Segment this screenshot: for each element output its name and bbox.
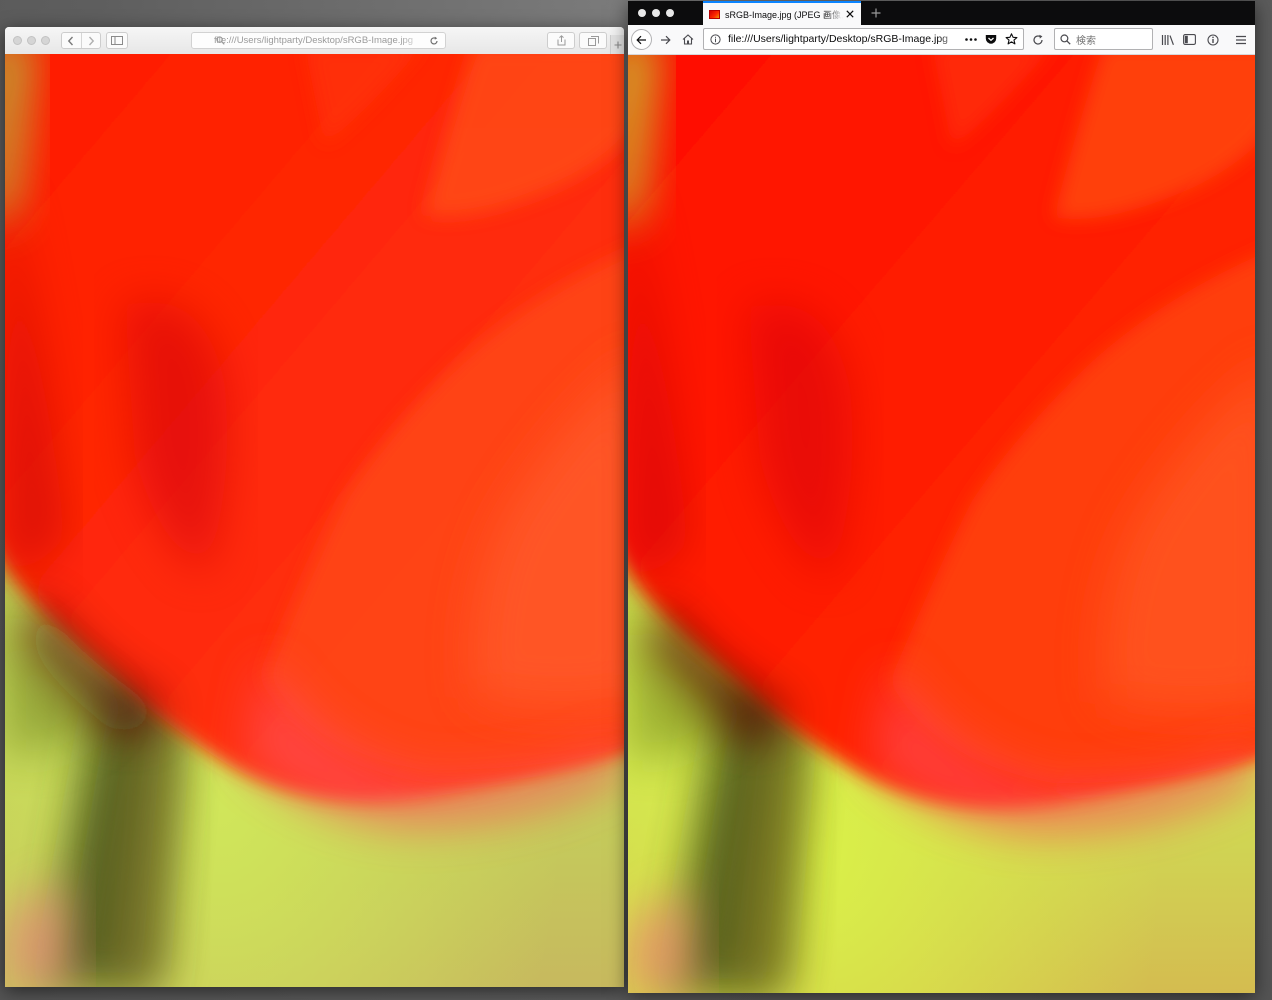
- firefox-forward-button[interactable]: [657, 31, 674, 48]
- pocket-icon: [985, 34, 997, 44]
- tab-close-button[interactable]: [843, 7, 857, 21]
- main-menu-button[interactable]: [1232, 31, 1249, 48]
- tulip-photo-graphic: [5, 54, 624, 987]
- safari-back-button[interactable]: [62, 33, 81, 48]
- tabs-overview-icon: [587, 35, 599, 46]
- tulip-photo-graphic: [628, 55, 1255, 993]
- sidebar-icon: [1183, 34, 1196, 45]
- safari-share-button[interactable]: [547, 32, 575, 49]
- minimize-window-button[interactable]: [27, 36, 36, 45]
- reader-icon: [1206, 33, 1219, 46]
- minimize-window-button[interactable]: [652, 9, 660, 17]
- bookmark-star-icon: [1005, 33, 1017, 45]
- firefox-tab-strip: sRGB-Image.jpg (JPEG 画像, 1200 × 1800 px): [628, 1, 1255, 25]
- forward-icon: [88, 36, 94, 45]
- firefox-search-bar[interactable]: 検索: [1054, 28, 1153, 50]
- tulip-photo: [628, 55, 1255, 993]
- new-tab-button[interactable]: [867, 4, 884, 21]
- bookmark-star-button[interactable]: [1001, 30, 1021, 48]
- close-icon: [846, 10, 854, 18]
- safari-forward-button[interactable]: [80, 33, 101, 48]
- menu-icon: [1235, 35, 1246, 44]
- firefox-page-content: [628, 55, 1255, 993]
- zoom-window-button[interactable]: [41, 36, 50, 45]
- safari-sidebar-button[interactable]: [106, 32, 128, 49]
- reader-button[interactable]: [1204, 31, 1221, 48]
- firefox-reload-button[interactable]: [1029, 31, 1046, 48]
- page-actions-icon: [965, 37, 977, 41]
- reload-icon: [1032, 34, 1043, 45]
- sidebar-button[interactable]: [1181, 31, 1198, 48]
- back-icon: [636, 35, 646, 44]
- close-window-button[interactable]: [638, 9, 646, 17]
- safari-new-tab-button[interactable]: [610, 35, 624, 54]
- home-icon: [682, 34, 693, 45]
- tab-title: sRGB-Image.jpg (JPEG 画像, 1200 × 1800 px): [725, 9, 843, 20]
- firefox-window: sRGB-Image.jpg (JPEG 画像, 1200 × 1800 px)…: [628, 1, 1255, 993]
- library-button[interactable]: [1159, 31, 1176, 48]
- new-tab-icon: [614, 41, 622, 48]
- search-icon: [1060, 33, 1071, 45]
- forward-icon: [661, 35, 671, 44]
- firefox-home-button[interactable]: [679, 31, 696, 48]
- safari-address-bar[interactable]: file:///Users/lightparty/Desktop/sRGB-Im…: [191, 32, 446, 49]
- safari-nav-buttons: [61, 32, 101, 49]
- back-icon: [68, 36, 74, 45]
- search-placeholder: 検索: [1076, 35, 1096, 47]
- pocket-button[interactable]: [981, 30, 1001, 48]
- tulip-photo: [5, 54, 624, 987]
- safari-toolbar: file:///Users/lightparty/Desktop/sRGB-Im…: [5, 27, 624, 55]
- zoom-window-button[interactable]: [666, 9, 674, 17]
- safari-page-content: [5, 54, 624, 987]
- sidebar-icon: [111, 36, 123, 45]
- plus-icon: [871, 8, 880, 17]
- page-actions-button[interactable]: [961, 30, 981, 48]
- safari-tabs-overview-button[interactable]: [579, 32, 607, 49]
- library-icon: [1161, 34, 1174, 45]
- info-icon[interactable]: [710, 33, 721, 45]
- firefox-back-button[interactable]: [631, 29, 652, 50]
- safari-window: file:///Users/lightparty/Desktop/sRGB-Im…: [5, 27, 624, 987]
- firefox-nav-bar: file:///Users/lightparty/Desktop/sRGB-Im…: [628, 25, 1255, 55]
- firefox-active-tab[interactable]: sRGB-Image.jpg (JPEG 画像, 1200 × 1800 px): [703, 1, 861, 25]
- firefox-url-text: file:///Users/lightparty/Desktop/sRGB-Im…: [728, 33, 948, 45]
- image-favicon-icon: [709, 9, 720, 19]
- reload-icon[interactable]: [429, 36, 439, 46]
- close-window-button[interactable]: [13, 36, 22, 45]
- share-icon: [557, 35, 565, 46]
- firefox-url-bar[interactable]: file:///Users/lightparty/Desktop/sRGB-Im…: [703, 28, 1024, 50]
- safari-url-text: file:///Users/lightparty/Desktop/sRGB-Im…: [214, 35, 414, 46]
